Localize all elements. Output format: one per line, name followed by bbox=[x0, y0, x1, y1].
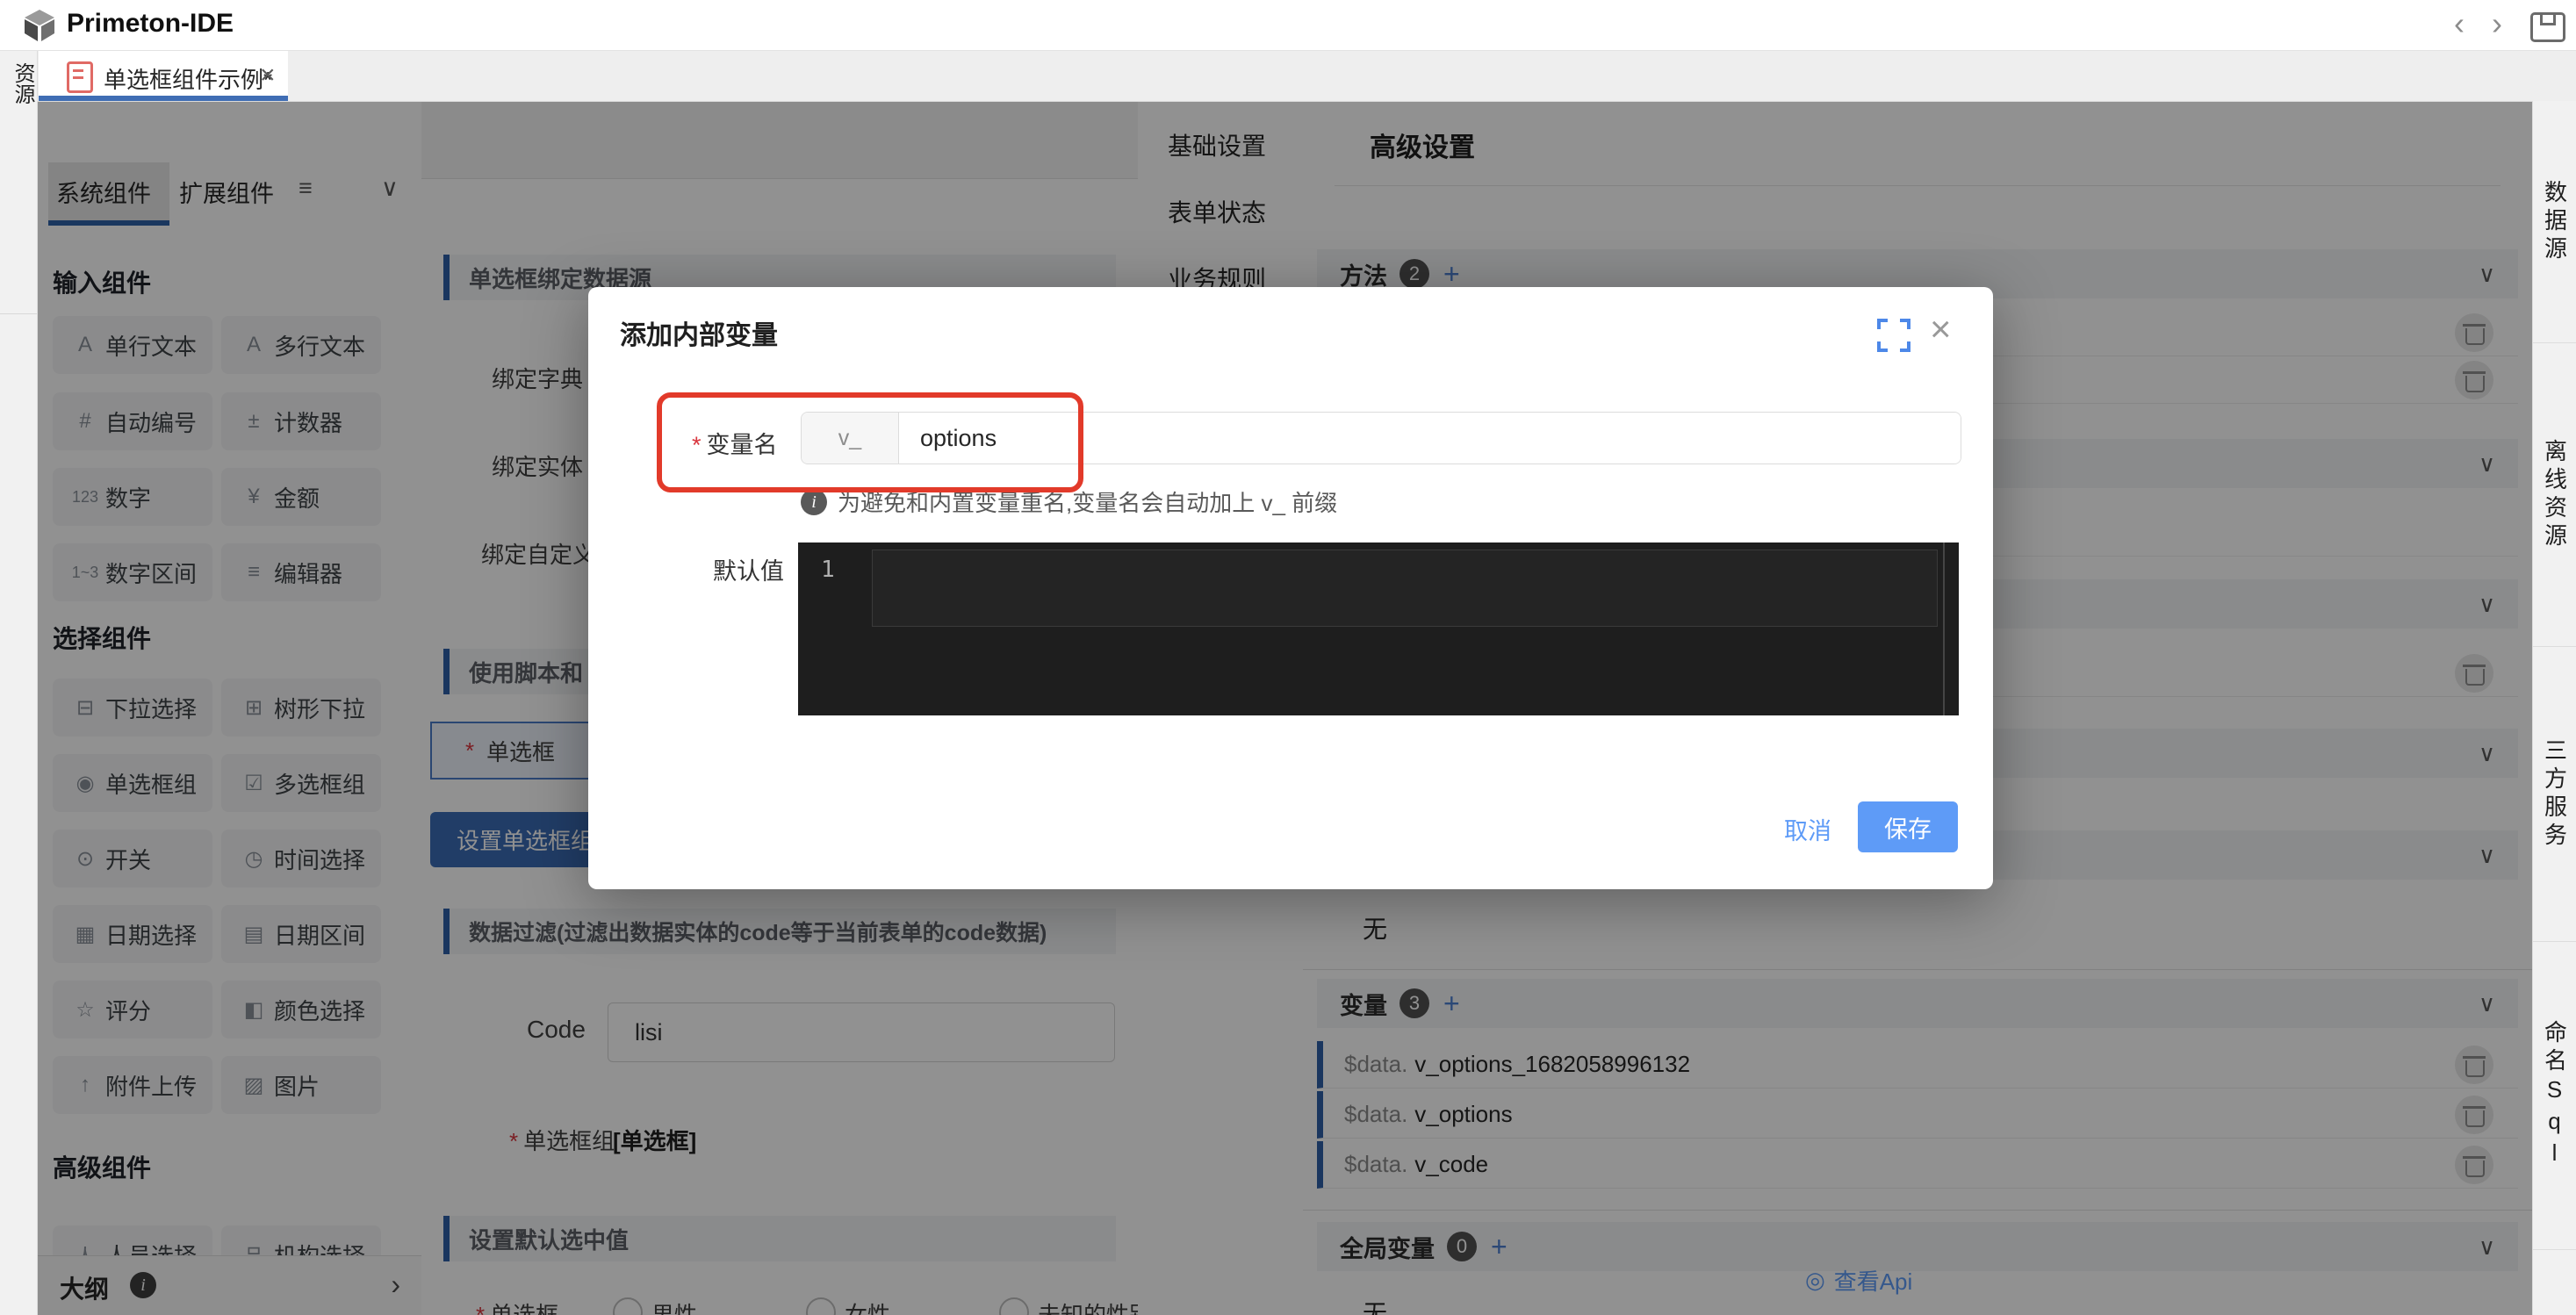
document-icon bbox=[67, 61, 93, 93]
close-icon[interactable]: × bbox=[1930, 308, 1952, 350]
app-logo-icon bbox=[21, 7, 58, 44]
info-icon: i bbox=[801, 489, 827, 515]
editor-active-line bbox=[872, 550, 1938, 627]
variable-name-label: *变量名 bbox=[692, 426, 778, 460]
right-rail: 数据源 离线资源 三方服务 命名Sql bbox=[2532, 101, 2576, 1315]
left-rail: 资源 bbox=[0, 50, 38, 1315]
tab-close-icon[interactable]: × bbox=[260, 61, 276, 90]
line-number: 1 bbox=[821, 557, 835, 583]
tab-bar: 单选框组件示例* × bbox=[37, 50, 2576, 102]
title-bar: Primeton-IDE ‹ › bbox=[0, 0, 2576, 51]
tab-active-underline bbox=[39, 96, 288, 101]
editor-scrollbar[interactable] bbox=[1943, 543, 1945, 715]
rail-item-resources[interactable]: 资源 bbox=[0, 62, 37, 104]
variable-name-input-group: v_ bbox=[801, 412, 1961, 464]
nav-back-icon[interactable]: ‹ bbox=[2454, 5, 2464, 42]
tab-label: 单选框组件示例* bbox=[104, 62, 272, 95]
app-title: Primeton-IDE bbox=[67, 9, 234, 39]
save-button[interactable]: 保存 bbox=[1858, 801, 1958, 852]
cancel-button[interactable]: 取消 bbox=[1784, 812, 1831, 846]
tab-radio-example[interactable]: 单选框组件示例* × bbox=[39, 50, 288, 101]
rail-item-datasource[interactable]: 数据源 bbox=[2533, 101, 2576, 343]
rail-divider bbox=[0, 313, 37, 314]
app-window: Primeton-IDE ‹ › 单选框组件示例* × 资源 数据源 离线资源 … bbox=[0, 0, 2576, 1315]
variable-name-input[interactable] bbox=[899, 413, 1961, 463]
default-value-code-editor[interactable]: 1 bbox=[798, 543, 1959, 715]
rail-item-offline-resources[interactable]: 离线资源 bbox=[2533, 343, 2576, 647]
fullscreen-icon[interactable] bbox=[1877, 319, 1910, 352]
add-internal-variable-dialog: 添加内部变量 × *变量名 v_ i 为避免和内置变量重名,变量名会自动加上 v… bbox=[588, 287, 1993, 889]
variable-prefix-addon: v_ bbox=[802, 413, 899, 463]
variable-name-hint: i 为避免和内置变量重名,变量名会自动加上 v_ 前缀 bbox=[801, 485, 1337, 518]
save-icon[interactable] bbox=[2530, 12, 2565, 42]
rail-item-named-sql[interactable]: 命名Sql bbox=[2533, 942, 2576, 1250]
rail-item-third-party-services[interactable]: 三方服务 bbox=[2533, 647, 2576, 942]
default-value-label: 默认值 bbox=[713, 552, 784, 586]
nav-forward-icon[interactable]: › bbox=[2492, 5, 2502, 42]
dialog-title: 添加内部变量 bbox=[620, 313, 778, 352]
